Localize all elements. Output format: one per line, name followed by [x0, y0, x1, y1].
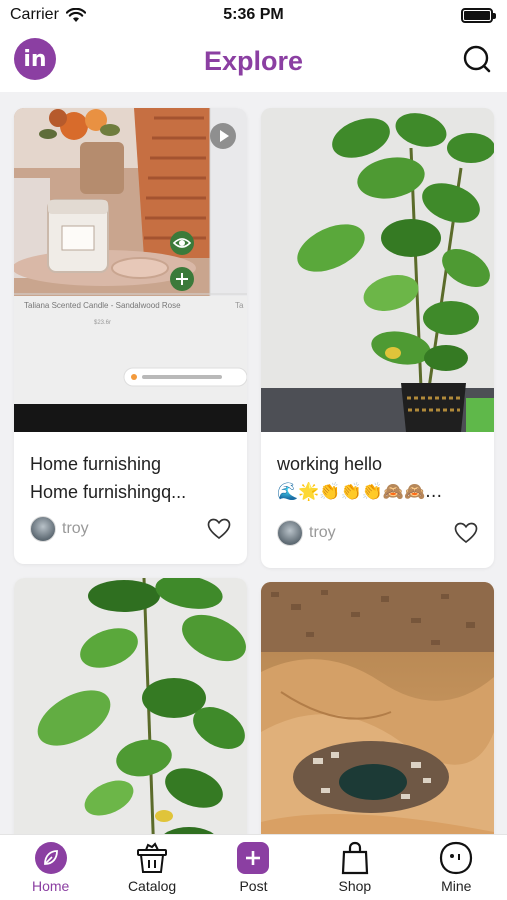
battery-icon: [461, 7, 496, 23]
post-image[interactable]: Taliana Scented Candle - Sandalwood Rose…: [14, 108, 247, 432]
add-plus-icon[interactable]: [169, 266, 195, 292]
search-icon: [463, 45, 491, 73]
heart-icon[interactable]: [207, 518, 231, 540]
tab-shop[interactable]: Shop: [310, 841, 400, 894]
heart-icon[interactable]: [454, 522, 478, 544]
post-card[interactable]: working hello 🌊🌟👏👏👏🙈🙈… troy: [261, 108, 494, 568]
tab-label[interactable]: Post: [239, 878, 267, 894]
card-meta: troy: [30, 516, 231, 542]
card-body: working hello 🌊🌟👏👏👏🙈🙈… troy: [261, 432, 494, 556]
header: in Explore: [0, 30, 507, 92]
search-button[interactable]: [459, 41, 495, 77]
card-body: Home furnishing Home furnishingq... troy: [14, 432, 247, 552]
post-card[interactable]: [14, 578, 247, 834]
author-name[interactable]: troy: [309, 524, 336, 542]
price-caption: $23.6r: [94, 320, 111, 326]
tab-label[interactable]: Shop: [339, 878, 372, 894]
candle-photo: Taliana Scented Candle - Sandalwood Rose…: [14, 108, 247, 432]
tab-icon-wrap[interactable]: [338, 841, 372, 875]
status-left: Carrier: [10, 6, 86, 24]
tab-icon-wrap[interactable]: [135, 841, 169, 875]
plant-leaves-photo: [14, 578, 247, 834]
carrier-label: Carrier: [10, 6, 59, 23]
card-title-line: working hello: [277, 454, 383, 474]
post-image[interactable]: [261, 582, 494, 834]
card-meta: troy: [277, 520, 478, 546]
author-name[interactable]: troy: [62, 520, 89, 538]
desert-oasis-photo: [261, 582, 494, 834]
card-title-line: Home furnishing: [30, 454, 162, 474]
shopping-bag-icon: [341, 841, 369, 875]
author[interactable]: troy: [277, 520, 336, 546]
post-image[interactable]: [14, 578, 247, 834]
leaf-icon: [34, 842, 67, 874]
post-card[interactable]: Taliana Scented Candle - Sandalwood Rose…: [14, 108, 247, 564]
app-logo[interactable]: in: [14, 38, 56, 80]
tab-post[interactable]: Post: [208, 841, 298, 894]
tab-label[interactable]: Home: [32, 878, 69, 894]
product-caption: Taliana Scented Candle - Sandalwood Rose: [24, 301, 181, 310]
face-icon: [440, 841, 473, 875]
battery-fill: [464, 10, 490, 20]
post-card[interactable]: [261, 582, 494, 834]
avatar[interactable]: [30, 516, 56, 542]
tab-mine[interactable]: Mine: [411, 841, 501, 894]
tab-icon-wrap[interactable]: [34, 841, 68, 875]
tab-label[interactable]: Catalog: [128, 878, 176, 894]
basket-icon: [137, 842, 168, 873]
page-title: Explore: [203, 45, 304, 76]
view-eye-icon: [170, 231, 194, 255]
author[interactable]: troy: [30, 516, 89, 542]
status-bar: Carrier 5:36 PM: [0, 0, 507, 30]
tab-bar: Home Catalog Post Shop Mine: [0, 834, 507, 900]
tab-label[interactable]: Mine: [441, 878, 471, 894]
avatar[interactable]: [277, 520, 303, 546]
card-title-line: Home furnishingq...: [30, 482, 187, 502]
video-play-icon[interactable]: [209, 122, 237, 150]
tab-catalog[interactable]: Catalog: [107, 841, 197, 894]
plus-icon: [237, 842, 270, 874]
tab-icon-wrap[interactable]: [439, 841, 473, 875]
card-title-line: 🌊🌟👏👏👏🙈🙈…: [277, 482, 443, 502]
tab-icon-wrap[interactable]: [236, 841, 270, 875]
explore-feed[interactable]: Taliana Scented Candle - Sandalwood Rose…: [0, 92, 507, 834]
post-image[interactable]: [261, 108, 494, 432]
svg-text:Ta: Ta: [235, 301, 244, 310]
tab-home[interactable]: Home: [6, 841, 96, 894]
wifi-icon: [65, 7, 86, 22]
plant-photo: [261, 108, 494, 432]
